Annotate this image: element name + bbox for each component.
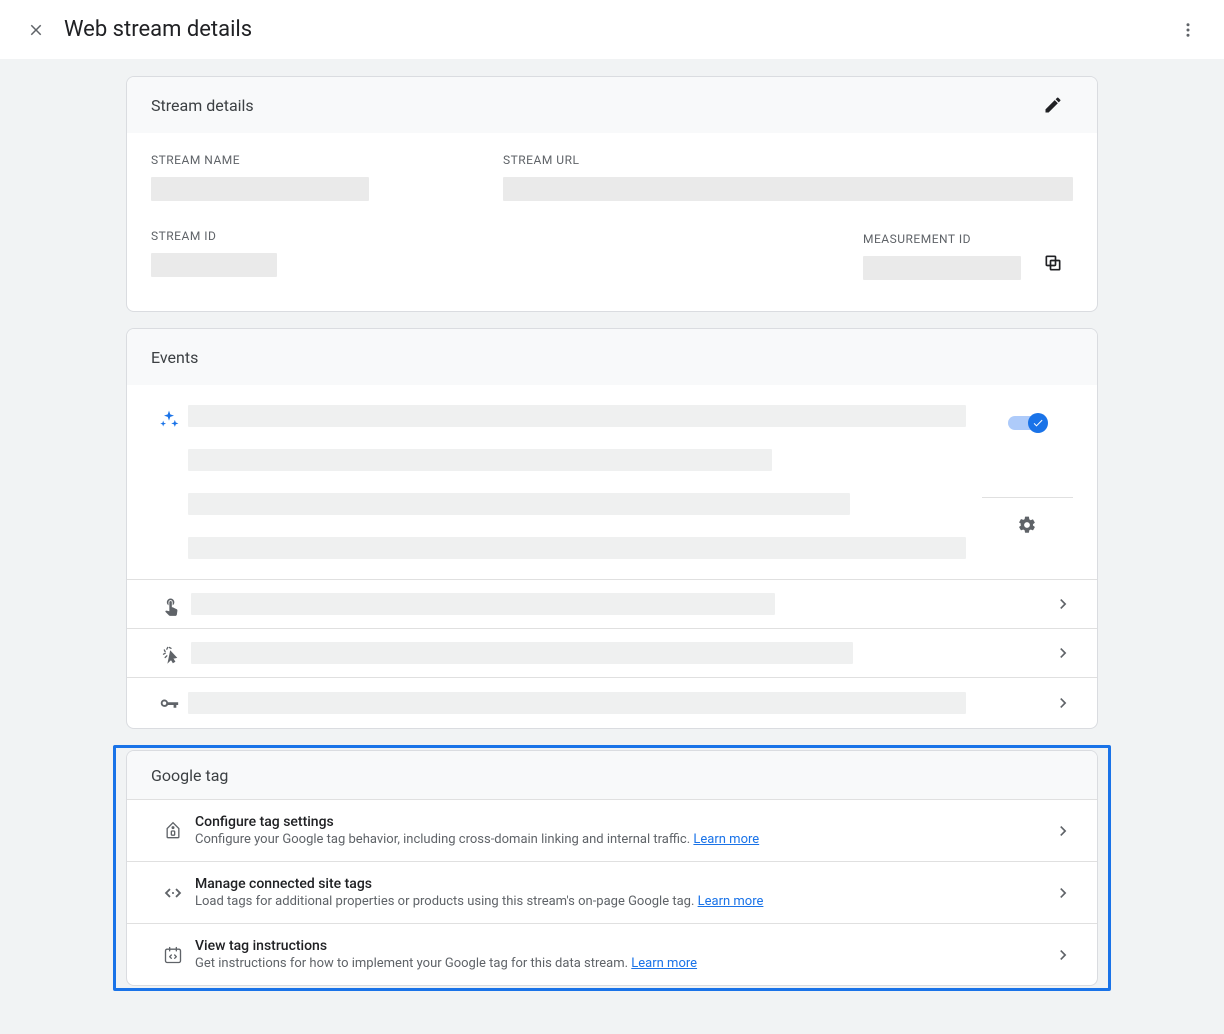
tag-icon — [163, 821, 183, 841]
row-title: Configure tag settings — [195, 814, 1053, 830]
touch-icon — [161, 596, 181, 616]
page-title: Web stream details — [64, 17, 1168, 42]
stream-id-value-placeholder — [151, 253, 277, 277]
stream-details-header: Stream details — [127, 77, 1097, 133]
enhanced-measurement-row — [127, 385, 1097, 579]
skeleton-line — [188, 537, 966, 559]
google-tag-row-configure[interactable]: Configure tag settings Configure your Go… — [127, 799, 1097, 861]
gear-icon — [1017, 515, 1037, 535]
measurement-id-value-placeholder — [863, 256, 1021, 280]
row-subtitle: Configure your Google tag behavior, incl… — [195, 832, 1053, 847]
chevron-right-icon — [1053, 693, 1073, 713]
chevron-right-icon — [1053, 821, 1073, 841]
google-tag-header: Google tag — [127, 751, 1097, 799]
more-menu-button[interactable] — [1168, 10, 1208, 50]
skeleton-line — [191, 642, 853, 664]
close-button[interactable] — [16, 10, 56, 50]
card-title: Google tag — [151, 766, 228, 785]
check-icon — [1032, 417, 1044, 429]
stream-url-label: STREAM URL — [503, 153, 1073, 167]
events-row-key[interactable] — [127, 677, 1097, 728]
sparkle-icon — [159, 409, 179, 429]
stream-id-field: STREAM ID — [151, 229, 277, 277]
measurement-id-label: MEASUREMENT ID — [863, 232, 1021, 246]
content-area: Stream details STREAM NAME STREAM URL ST… — [0, 60, 1224, 1007]
chevron-right-icon — [1053, 945, 1073, 965]
close-icon — [27, 21, 45, 39]
chevron-right-icon — [1053, 594, 1073, 614]
learn-more-link[interactable]: Learn more — [631, 956, 697, 971]
top-bar: Web stream details — [0, 0, 1224, 60]
chevron-right-icon — [1053, 883, 1073, 903]
skeleton-line — [188, 692, 966, 714]
pencil-icon — [1043, 95, 1063, 115]
row-title: Manage connected site tags — [195, 876, 1053, 892]
learn-more-link[interactable]: Learn more — [693, 832, 759, 847]
events-card: Events — [126, 328, 1098, 729]
row-subtitle: Load tags for additional properties or p… — [195, 894, 1053, 909]
connected-tags-icon — [162, 882, 184, 904]
key-icon — [158, 694, 180, 716]
learn-more-link[interactable]: Learn more — [698, 894, 764, 909]
more-vert-icon — [1179, 21, 1197, 39]
stream-name-label: STREAM NAME — [151, 153, 471, 167]
edit-stream-button[interactable] — [1033, 85, 1073, 125]
row-title: View tag instructions — [195, 938, 1053, 954]
stream-name-value-placeholder — [151, 177, 369, 201]
events-row-click[interactable] — [127, 628, 1097, 677]
google-tag-card: Google tag Configure tag settings Config… — [126, 750, 1098, 986]
row-subtitle: Get instructions for how to implement yo… — [195, 956, 1053, 971]
cursor-click-icon — [161, 645, 181, 665]
skeleton-line — [188, 493, 850, 515]
copy-measurement-id-button[interactable] — [1033, 243, 1073, 283]
measurement-id-field: MEASUREMENT ID — [863, 229, 1073, 283]
stream-url-field: STREAM URL — [503, 153, 1073, 201]
google-tag-row-instructions[interactable]: View tag instructions Get instructions f… — [127, 923, 1097, 985]
google-tag-highlight: Google tag Configure tag settings Config… — [113, 745, 1111, 991]
stream-name-field: STREAM NAME — [151, 153, 471, 201]
code-instructions-icon — [163, 945, 183, 965]
enhanced-measurement-settings-button[interactable] — [1007, 505, 1047, 545]
card-title: Events — [151, 348, 198, 367]
google-tag-row-connected[interactable]: Manage connected site tags Load tags for… — [127, 861, 1097, 923]
chevron-right-icon — [1053, 643, 1073, 663]
stream-details-body: STREAM NAME STREAM URL STREAM ID MEASURE… — [127, 133, 1097, 311]
stream-details-card: Stream details STREAM NAME STREAM URL ST… — [126, 76, 1098, 312]
skeleton-line — [188, 449, 772, 471]
card-title: Stream details — [151, 96, 254, 115]
skeleton-line — [191, 593, 775, 615]
events-body — [127, 385, 1097, 728]
enhanced-measurement-toggle[interactable] — [1008, 413, 1046, 433]
copy-icon — [1043, 253, 1063, 273]
skeleton-line — [188, 405, 966, 427]
stream-id-label: STREAM ID — [151, 229, 277, 243]
stream-url-value-placeholder — [503, 177, 1073, 201]
events-row-touch[interactable] — [127, 579, 1097, 628]
events-header: Events — [127, 329, 1097, 385]
